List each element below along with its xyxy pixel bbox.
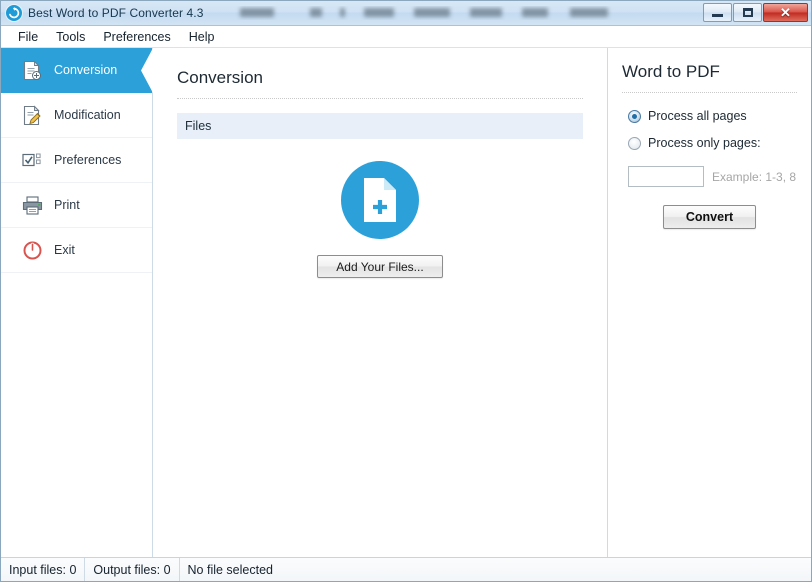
- status-output-files: Output files: 0: [85, 558, 180, 581]
- radio-button-indicator[interactable]: [628, 109, 641, 123]
- maximize-button[interactable]: [733, 3, 762, 22]
- menu-item-help[interactable]: Help: [180, 28, 224, 46]
- add-file-icon[interactable]: [341, 161, 419, 239]
- convert-circle-icon: [9, 7, 20, 19]
- power-icon: [21, 239, 43, 261]
- body-area: Conversion Modification Preferences Prin…: [1, 48, 811, 557]
- radio-label: Process all pages: [648, 109, 747, 123]
- sidebar-item-label: Exit: [54, 243, 75, 257]
- sidebar-item-label: Preferences: [54, 153, 122, 167]
- active-item-notch: [141, 48, 153, 93]
- pages-range-hint: Example: 1-3, 8: [712, 169, 797, 184]
- minimize-icon: [712, 14, 723, 17]
- files-section-header: Files: [177, 113, 583, 139]
- settings-panel-title: Word to PDF: [622, 62, 720, 81]
- settings-panel: Word to PDF Process all pages Process on…: [608, 48, 811, 557]
- maximize-icon: [742, 8, 753, 17]
- status-bar: Input files: 0 Output files: 0 No file s…: [1, 557, 811, 581]
- window-controls: ✕: [702, 3, 808, 22]
- sidebar-item-label: Modification: [54, 108, 121, 122]
- radio-process-all-pages[interactable]: Process all pages: [622, 109, 797, 123]
- titlebar-redacted-text: [222, 6, 696, 20]
- title-divider: [177, 98, 583, 99]
- document-edit-icon: [21, 104, 43, 126]
- window-title: Best Word to PDF Converter 4.3: [28, 6, 204, 20]
- sidebar-item-print[interactable]: Print: [1, 183, 152, 228]
- add-your-files-button[interactable]: Add Your Files...: [317, 255, 443, 278]
- sidebar-item-exit[interactable]: Exit: [1, 228, 152, 273]
- sidebar-item-label: Conversion: [54, 63, 118, 77]
- app-icon[interactable]: [6, 5, 22, 21]
- close-icon: ✕: [780, 5, 791, 20]
- menu-item-preferences[interactable]: Preferences: [94, 28, 179, 46]
- pages-range-input[interactable]: [628, 166, 704, 187]
- close-button[interactable]: ✕: [763, 3, 808, 22]
- sidebar-item-label: Print: [54, 198, 80, 212]
- radio-label: Process only pages:: [648, 136, 761, 150]
- status-input-files: Input files: 0: [1, 558, 86, 581]
- menu-item-tools[interactable]: Tools: [47, 28, 94, 46]
- convert-button[interactable]: Convert: [663, 205, 756, 229]
- page-title: Conversion: [177, 68, 263, 87]
- application-window: Best Word to PDF Converter 4.3 ✕ File To…: [0, 0, 812, 582]
- menu-bar: File Tools Preferences Help: [1, 26, 811, 48]
- main-panel: Conversion Files Add Your Files...: [153, 48, 608, 557]
- minimize-button[interactable]: [703, 3, 732, 22]
- settings-divider: [622, 92, 797, 93]
- radio-process-only-pages[interactable]: Process only pages:: [622, 136, 797, 150]
- sidebar-item-preferences[interactable]: Preferences: [1, 138, 152, 183]
- title-bar[interactable]: Best Word to PDF Converter 4.3 ✕: [1, 1, 811, 26]
- file-drop-zone[interactable]: Add Your Files...: [177, 139, 583, 278]
- sidebar-item-modification[interactable]: Modification: [1, 93, 152, 138]
- radio-button-indicator[interactable]: [628, 136, 641, 150]
- pages-range-row: Example: 1-3, 8: [622, 166, 797, 187]
- menu-item-file[interactable]: File: [9, 28, 47, 46]
- document-convert-icon: [21, 59, 43, 81]
- sidebar: Conversion Modification Preferences Prin…: [1, 48, 153, 557]
- convert-button-wrapper: Convert: [622, 205, 797, 229]
- sidebar-item-conversion[interactable]: Conversion: [1, 48, 153, 93]
- printer-icon: [21, 194, 43, 216]
- status-selection: No file selected: [187, 562, 273, 577]
- checklist-icon: [21, 149, 43, 171]
